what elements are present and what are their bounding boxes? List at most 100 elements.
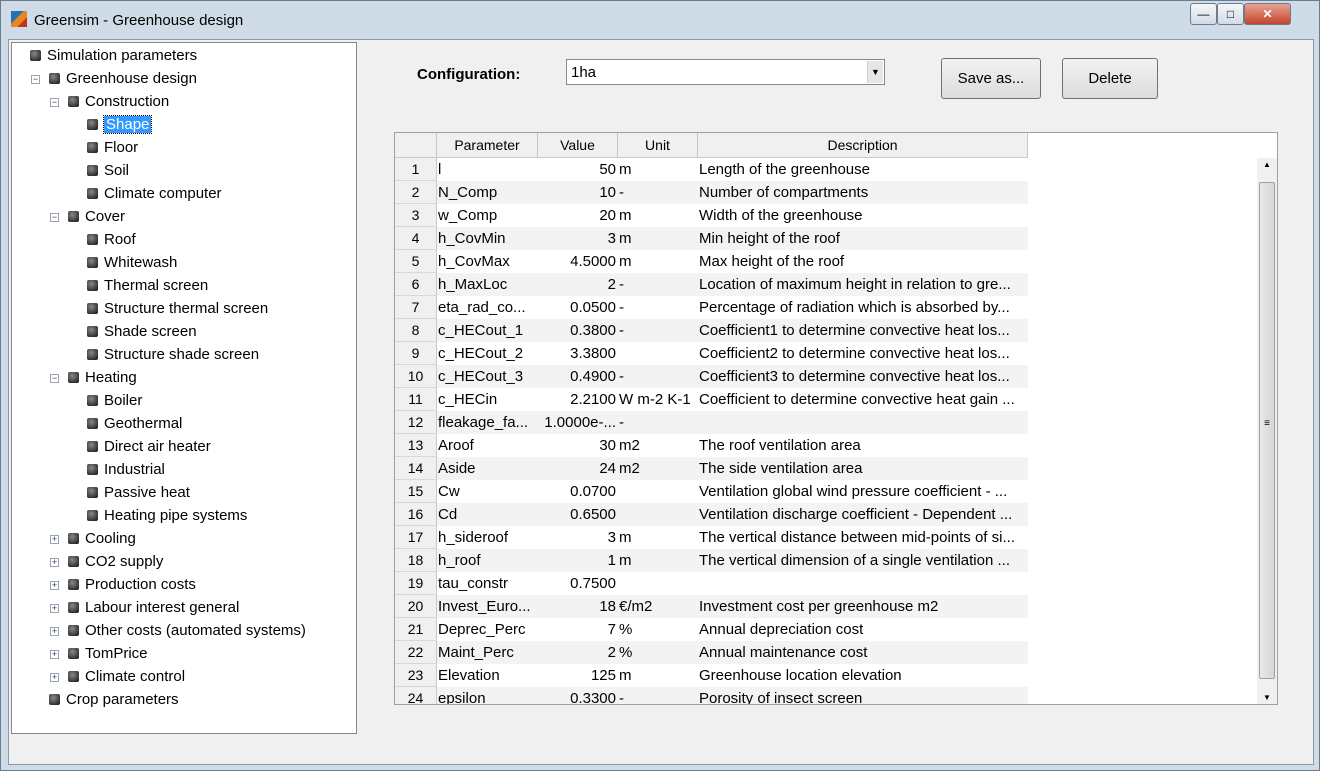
parameter-cell[interactable]: w_Comp	[437, 204, 538, 227]
tree-node[interactable]: Production costs	[68, 574, 196, 596]
description-cell[interactable]: Ventilation global wind pressure coeffic…	[698, 480, 1028, 503]
table-row[interactable]: 5 h_CovMax 4.5000 m Max height of the roof	[395, 250, 1028, 273]
value-cell[interactable]: 1.0000e-...	[538, 411, 618, 434]
unit-cell[interactable]: -	[618, 687, 698, 704]
description-cell[interactable]: Number of compartments	[698, 181, 1028, 204]
unit-cell[interactable]: m	[618, 549, 698, 572]
description-cell[interactable]: Ventilation discharge coefficient - Depe…	[698, 503, 1028, 526]
save-as-button[interactable]: Save as...	[941, 58, 1041, 99]
unit-cell[interactable]	[618, 480, 698, 503]
description-cell[interactable]: Coefficient to determine convective heat…	[698, 388, 1028, 411]
tree-node[interactable]: Heating pipe systems	[87, 505, 247, 527]
column-header-description[interactable]: Description	[698, 133, 1028, 158]
parameter-cell[interactable]: h_CovMax	[437, 250, 538, 273]
parameter-cell[interactable]: epsilon	[437, 687, 538, 704]
scroll-down-icon[interactable]: ▼	[1257, 693, 1277, 702]
table-row[interactable]: 2 N_Comp 10- Number of compartments	[395, 181, 1028, 204]
unit-cell[interactable]: m	[618, 526, 698, 549]
description-cell[interactable]: The vertical dimension of a single venti…	[698, 549, 1028, 572]
parameter-cell[interactable]: h_MaxLoc	[437, 273, 538, 296]
parameter-cell[interactable]: Deprec_Perc	[437, 618, 538, 641]
parameter-cell[interactable]: h_CovMin	[437, 227, 538, 250]
value-cell[interactable]: 24	[538, 457, 618, 480]
value-cell[interactable]: 2	[538, 641, 618, 664]
table-row[interactable]: 1 l 50 m Length of the greenhouse	[395, 158, 1028, 181]
description-cell[interactable]: Greenhouse location elevation	[698, 664, 1028, 687]
expand-icon[interactable]: +	[50, 673, 59, 682]
unit-cell[interactable]: m	[618, 664, 698, 687]
value-cell[interactable]: 30	[538, 434, 618, 457]
unit-cell[interactable]: -	[618, 411, 698, 434]
value-cell[interactable]: 7	[538, 618, 618, 641]
value-cell[interactable]: 50	[538, 158, 618, 181]
column-header-parameter[interactable]: Parameter	[437, 133, 538, 158]
description-cell[interactable]: Investment cost per greenhouse m2	[698, 595, 1028, 618]
expand-icon[interactable]: +	[50, 535, 59, 544]
parameter-cell[interactable]: Maint_Perc	[437, 641, 538, 664]
parameter-cell[interactable]: h_roof	[437, 549, 538, 572]
table-row[interactable]: 6 h_MaxLoc 2- Location of maximum height in…	[395, 273, 1028, 296]
table-row[interactable]: 9 c_HECout_2 3.3800 Coefficient2 to determi…	[395, 342, 1028, 365]
collapse-icon[interactable]: −	[50, 374, 59, 383]
description-cell[interactable]: Location of maximum height in relation t…	[698, 273, 1028, 296]
table-row[interactable]: 10 c_HECout_3 0.4900- Coefficient3 to deter…	[395, 365, 1028, 388]
tree-node[interactable]: Greenhouse design	[49, 68, 197, 90]
tree-node[interactable]: Cover	[68, 206, 125, 228]
table-row[interactable]: 7 eta_rad_co... 0.0500- Percentage of radia…	[395, 296, 1028, 319]
tree-node[interactable]: Labour interest general	[68, 597, 239, 619]
expand-icon[interactable]: +	[50, 604, 59, 613]
unit-cell[interactable]: m	[618, 250, 698, 273]
description-cell[interactable]: Min height of the roof	[698, 227, 1028, 250]
table-row[interactable]: 12 fleakage_fa... 1.0000e-... -	[395, 411, 1028, 434]
delete-button[interactable]: Delete	[1062, 58, 1158, 99]
tree-node[interactable]: Climate computer	[87, 183, 222, 205]
parameter-cell[interactable]: Elevation	[437, 664, 538, 687]
description-cell[interactable]: The roof ventilation area	[698, 434, 1028, 457]
value-cell[interactable]: 3.3800	[538, 342, 618, 365]
unit-cell[interactable]: -	[618, 181, 698, 204]
value-cell[interactable]: 20	[538, 204, 618, 227]
tree-node[interactable]: Industrial	[87, 459, 165, 481]
unit-cell[interactable]: -	[618, 273, 698, 296]
table-row[interactable]: 11 c_HECin 2.2100 W m-2 K-1 Coefficient to d…	[395, 388, 1028, 411]
value-cell[interactable]: 125	[538, 664, 618, 687]
tree-node[interactable]: Thermal screen	[87, 275, 208, 297]
value-cell[interactable]: 0.0700	[538, 480, 618, 503]
parameter-cell[interactable]: fleakage_fa...	[437, 411, 538, 434]
value-cell[interactable]: 3	[538, 227, 618, 250]
unit-cell[interactable]: m2	[618, 457, 698, 480]
parameter-cell[interactable]: Aroof	[437, 434, 538, 457]
close-button[interactable]: ✕	[1244, 3, 1291, 25]
tree-node[interactable]: Crop parameters	[49, 689, 179, 711]
unit-cell[interactable]: -	[618, 319, 698, 342]
table-row[interactable]: 4 h_CovMin 3 m Min height of the roof	[395, 227, 1028, 250]
tree-node[interactable]: Passive heat	[87, 482, 190, 504]
tree-node[interactable]: Shape	[87, 114, 153, 136]
value-cell[interactable]: 3	[538, 526, 618, 549]
tree-node[interactable]: Boiler	[87, 390, 142, 412]
table-row[interactable]: 3 w_Comp 20 m Width of the greenhouse	[395, 204, 1028, 227]
parameter-tree[interactable]: Simulation parameters − Greenhouse design −…	[11, 42, 357, 734]
collapse-icon[interactable]: −	[50, 98, 59, 107]
description-cell[interactable]: Max height of the roof	[698, 250, 1028, 273]
description-cell[interactable]: Coefficient2 to determine convective hea…	[698, 342, 1028, 365]
unit-cell[interactable]: -	[618, 365, 698, 388]
parameter-cell[interactable]: h_sideroof	[437, 526, 538, 549]
unit-cell[interactable]: m2	[618, 434, 698, 457]
configuration-dropdown[interactable]: 1ha ▼	[566, 59, 885, 85]
parameter-cell[interactable]: Invest_Euro...	[437, 595, 538, 618]
value-cell[interactable]: 0.3300	[538, 687, 618, 704]
value-cell[interactable]: 0.7500	[538, 572, 618, 595]
parameter-cell[interactable]: l	[437, 158, 538, 181]
table-row[interactable]: 24 epsilon 0.3300- Porosity of insect scree…	[395, 687, 1028, 704]
table-row[interactable]: 21 Deprec_Perc 7% Annual depreciation cost	[395, 618, 1028, 641]
value-cell[interactable]: 0.0500	[538, 296, 618, 319]
value-cell[interactable]: 4.5000	[538, 250, 618, 273]
parameter-cell[interactable]: c_HECout_2	[437, 342, 538, 365]
description-cell[interactable]: Length of the greenhouse	[698, 158, 1028, 181]
table-row[interactable]: 16 Cd 0.6500 Ventilation discharge coeffici…	[395, 503, 1028, 526]
scroll-up-icon[interactable]: ▲	[1257, 160, 1277, 169]
description-cell[interactable]: Width of the greenhouse	[698, 204, 1028, 227]
table-row[interactable]: 20 Invest_Euro... 18 €/m2 Investment cost pe…	[395, 595, 1028, 618]
unit-cell[interactable]: %	[618, 641, 698, 664]
